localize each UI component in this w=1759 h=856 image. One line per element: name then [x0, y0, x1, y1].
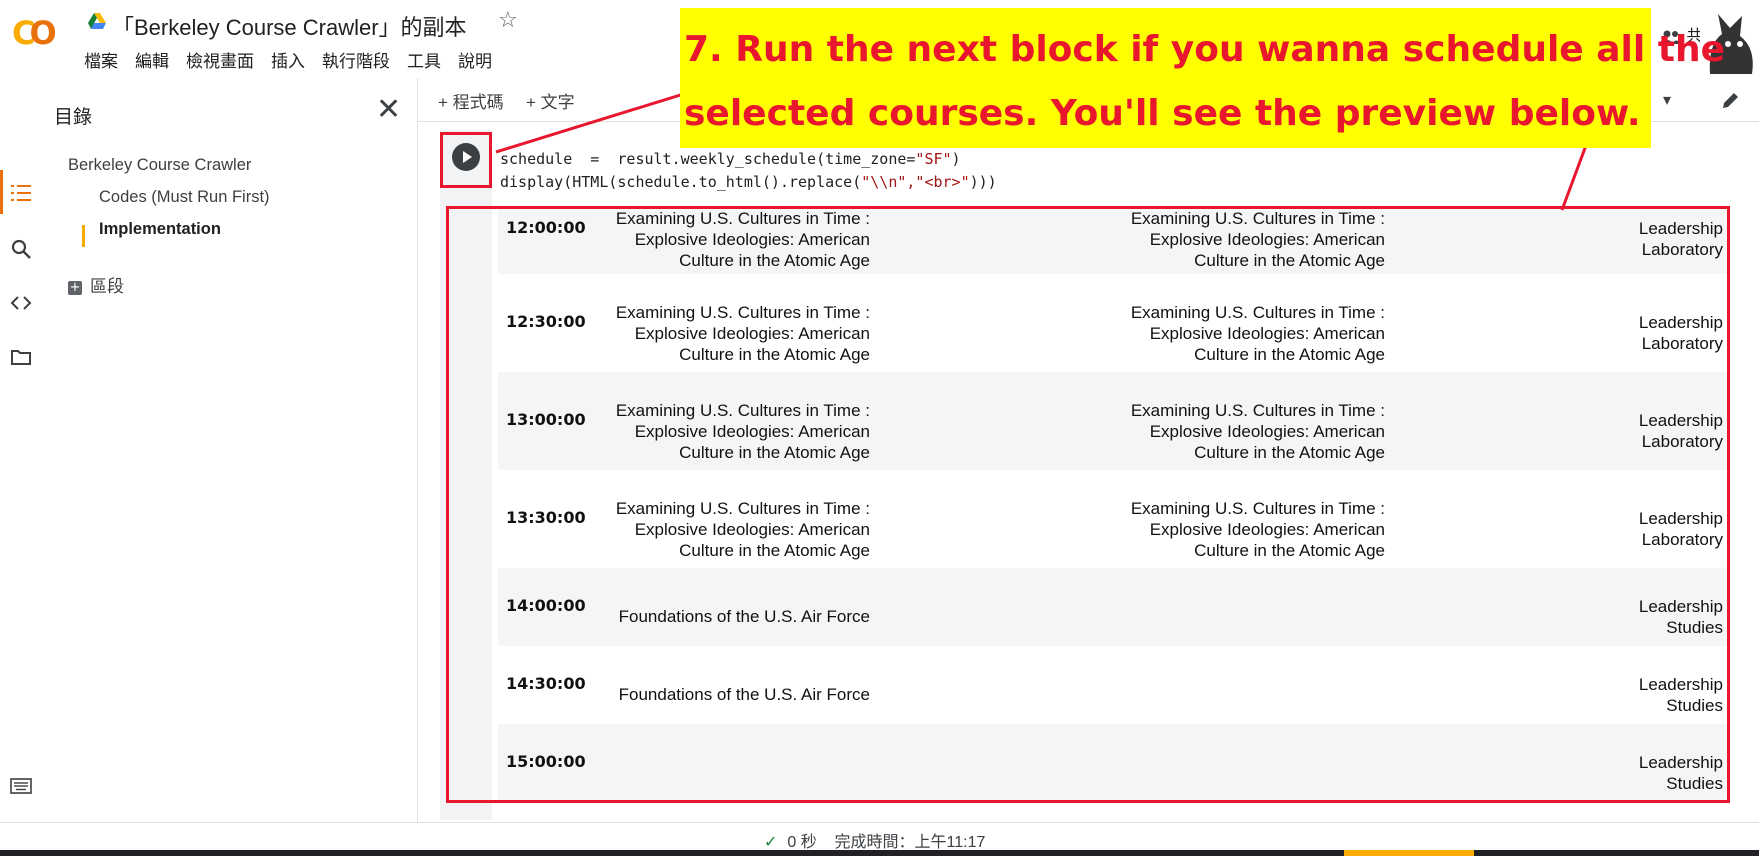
close-icon[interactable]: ✕: [376, 92, 401, 127]
menu-tools[interactable]: 工具: [407, 47, 441, 72]
menu-bar: 檔案 編輯 檢視畫面 插入 執行階段 工具 說明: [84, 47, 492, 72]
toc-item-implementation[interactable]: Implementation: [99, 220, 221, 239]
add-code-button[interactable]: + 程式碼: [438, 88, 504, 113]
taskbar-accent: [1344, 850, 1474, 856]
code-editor[interactable]: schedule = result.weekly_schedule(time_z…: [500, 148, 997, 194]
search-icon[interactable]: [10, 238, 32, 260]
files-folder-icon[interactable]: [10, 346, 32, 368]
callout-line-2: selected courses. You'll see the preview…: [684, 93, 1641, 134]
execution-duration: 0 秒: [787, 834, 817, 851]
plus-icon: +: [68, 279, 82, 295]
add-section-label: 區段: [90, 277, 124, 296]
code-snippets-icon[interactable]: [10, 292, 32, 314]
table-of-contents-icon[interactable]: [10, 182, 32, 204]
check-icon: ✓: [764, 832, 778, 851]
colab-logo[interactable]: CO: [12, 14, 57, 52]
toc-item-codes[interactable]: Codes (Must Run First): [99, 188, 270, 207]
star-icon[interactable]: ☆: [498, 8, 518, 33]
table-of-contents-panel: 目錄 ✕ Berkeley Course Crawler Codes (Must…: [44, 78, 418, 822]
toc-item-berkeley-course-crawler[interactable]: Berkeley Course Crawler: [68, 156, 251, 175]
google-drive-icon: [88, 13, 106, 29]
rail-active-indicator: [0, 170, 3, 214]
menu-runtime[interactable]: 執行階段: [322, 47, 390, 72]
menu-insert[interactable]: 插入: [271, 47, 305, 72]
menu-file[interactable]: 檔案: [84, 47, 118, 72]
taskbar-strip: [0, 850, 1759, 856]
output-annotation-box: [446, 206, 1730, 803]
add-section-button[interactable]: + 區段: [68, 272, 124, 297]
add-text-button[interactable]: + 文字: [526, 88, 575, 113]
document-title[interactable]: 「Berkeley Course Crawler」的副本: [112, 10, 467, 42]
side-rail: [0, 78, 44, 822]
toc-active-indicator: [82, 225, 85, 247]
completion-time: 完成時間：上午11:17: [834, 834, 986, 851]
sidebar-title: 目錄: [54, 107, 93, 128]
menu-edit[interactable]: 編輯: [135, 47, 169, 72]
execution-status: ✓ 0 秒 完成時間：上午11:17: [764, 828, 985, 852]
command-palette-icon[interactable]: [10, 778, 32, 794]
menu-view[interactable]: 檢視畫面: [186, 47, 254, 72]
status-bar: ✓ 0 秒 完成時間：上午11:17: [0, 822, 1759, 852]
instruction-callout: 7. Run the next block if you wanna sched…: [680, 8, 1725, 148]
run-button-annotation-box: [440, 132, 492, 188]
menu-help[interactable]: 說明: [458, 47, 492, 72]
callout-line-1: 7. Run the next block if you wanna sched…: [684, 29, 1726, 70]
